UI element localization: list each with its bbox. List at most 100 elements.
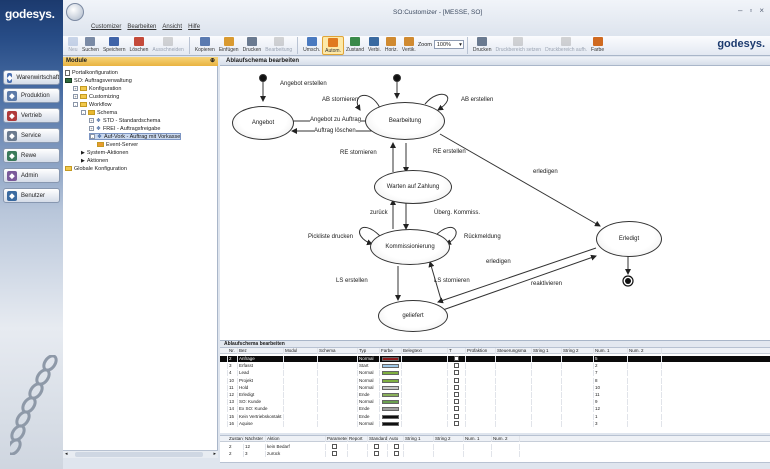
pin-icon[interactable]: ⊕ bbox=[210, 57, 215, 66]
color-swatch[interactable] bbox=[382, 421, 399, 426]
scroll-left-icon[interactable]: ◂ bbox=[65, 451, 68, 457]
node-kommissionierung[interactable]: Kommissionierung bbox=[370, 229, 450, 265]
color-swatch[interactable] bbox=[382, 400, 399, 405]
row-checkbox[interactable] bbox=[454, 406, 459, 412]
toolbar-button-druckbereich-aufh-[interactable]: Druckbereich aufh. bbox=[543, 36, 589, 55]
node-angebot[interactable]: Angebot bbox=[232, 106, 294, 140]
toolbar-button-ausschneiden[interactable]: Ausschneiden bbox=[150, 36, 185, 55]
column-header[interactable]: Prüfaktion bbox=[466, 348, 496, 354]
column-header[interactable]: Num. 2 bbox=[628, 348, 662, 354]
toolbar-button-kopieren[interactable]: Kopieren bbox=[193, 36, 217, 55]
toolbar-button-drucken[interactable]: Drucken bbox=[471, 36, 494, 55]
tree-item[interactable]: + Customizing bbox=[73, 93, 119, 100]
tree-expander-icon[interactable]: - bbox=[73, 102, 78, 107]
color-swatch[interactable] bbox=[382, 414, 399, 419]
column-header[interactable]: Standard bbox=[368, 436, 388, 442]
row-checkbox[interactable] bbox=[454, 356, 459, 361]
column-header[interactable]: Farbe bbox=[380, 348, 402, 354]
app-menu-orb[interactable] bbox=[66, 3, 84, 21]
toolbar-button-druckbereich-setzen[interactable]: Druckbereich setzen bbox=[494, 36, 544, 55]
tree-item[interactable]: Globale Konfiguration bbox=[65, 165, 127, 172]
nav-button-5[interactable]: ◆ Admin bbox=[3, 168, 60, 183]
column-header[interactable]: Nr. bbox=[228, 348, 238, 354]
tree-item[interactable]: - ❖ Auf-Vork - Auftrag mit Vorkasse bbox=[89, 133, 182, 140]
table-row[interactable]: 3 Erfasst Start 2 bbox=[220, 363, 770, 370]
minimize-icon[interactable]: – bbox=[738, 6, 742, 15]
column-header[interactable]: Parameter bbox=[326, 436, 348, 442]
toolbar-button-farbe[interactable]: Farbe bbox=[589, 36, 606, 55]
color-swatch[interactable] bbox=[382, 364, 399, 369]
toolbar-button-neu[interactable]: Neu bbox=[66, 36, 80, 55]
row-checkbox[interactable] bbox=[454, 392, 459, 397]
menu-item-0[interactable]: Customizer bbox=[91, 24, 121, 30]
tree-expander-icon[interactable]: + bbox=[89, 126, 94, 131]
edge-reaktivieren[interactable] bbox=[437, 247, 597, 304]
menu-item-3[interactable]: Hilfe bbox=[188, 24, 200, 30]
row-checkbox[interactable] bbox=[374, 444, 379, 449]
tree-expander-icon[interactable]: + bbox=[73, 94, 78, 99]
color-swatch[interactable] bbox=[382, 385, 399, 390]
toolbar-button-vertik-[interactable]: Vertik. bbox=[400, 36, 418, 55]
row-checkbox[interactable] bbox=[454, 413, 459, 419]
scroll-thumb[interactable] bbox=[75, 452, 203, 457]
table-row[interactable]: 16 Aquise Normal 3 bbox=[220, 420, 770, 427]
column-header[interactable]: Num. 1 bbox=[464, 436, 492, 442]
table-row[interactable]: 2 12 kein Bedarf bbox=[220, 444, 770, 450]
menu-item-1[interactable]: Bearbeiten bbox=[127, 24, 156, 30]
row-checkbox[interactable] bbox=[454, 399, 459, 405]
maximize-icon[interactable]: ▫ bbox=[749, 6, 752, 15]
column-header[interactable]: Aktion bbox=[266, 436, 326, 442]
tree-item[interactable]: + ❖ STD - Standardschema bbox=[89, 117, 160, 124]
tree-item[interactable]: Event-Server bbox=[97, 141, 138, 148]
tree-item[interactable]: ▶ Aktionen bbox=[81, 157, 108, 164]
node-erledigt[interactable]: Erledigt bbox=[596, 221, 662, 257]
toolbar-button-bearbeitung[interactable]: Bearbeitung bbox=[263, 36, 294, 55]
column-header[interactable]: Nächster bbox=[244, 436, 266, 442]
tree-item[interactable]: - Workflow bbox=[73, 101, 112, 108]
row-checkbox[interactable] bbox=[332, 451, 337, 456]
close-icon[interactable]: × bbox=[759, 6, 764, 15]
tree-expander-icon[interactable]: - bbox=[81, 110, 86, 115]
workflow-diagram[interactable]: Angebot Bearbeitung Warten auf Zahlung K… bbox=[220, 66, 770, 340]
color-swatch[interactable] bbox=[382, 407, 399, 412]
module-hscrollbar[interactable]: ◂ ▸ bbox=[63, 450, 218, 458]
column-header[interactable]: Schema bbox=[318, 348, 358, 354]
color-swatch[interactable] bbox=[382, 357, 399, 361]
nav-button-4[interactable]: ◆ Rewe bbox=[3, 148, 60, 163]
table-row[interactable]: 11 Hold Normal 10 bbox=[220, 384, 770, 391]
node-geliefert[interactable]: geliefert bbox=[378, 300, 448, 332]
scroll-right-icon[interactable]: ▸ bbox=[213, 451, 216, 457]
column-header[interactable]: Modul bbox=[284, 348, 318, 354]
menu-item-2[interactable]: Ansicht bbox=[162, 24, 182, 30]
row-checkbox[interactable] bbox=[332, 444, 337, 449]
table-row[interactable]: 4 Lead Normal 7 bbox=[220, 370, 770, 377]
toolbar-button-speichern[interactable]: Speichern bbox=[101, 36, 128, 55]
toolbar-button-einfügen[interactable]: Einfügen bbox=[217, 36, 241, 55]
toolbar-button-suchen[interactable]: Suchen bbox=[80, 36, 101, 55]
table-row[interactable]: 14 Ex SO: Kunde Ende 12 bbox=[220, 406, 770, 413]
toolbar-button-drucken[interactable]: Drucken bbox=[241, 36, 264, 55]
column-header[interactable]: Bez bbox=[238, 348, 284, 354]
tree-item[interactable]: Portalkonfiguration bbox=[65, 69, 118, 76]
nav-button-2[interactable]: ◆ Vertrieb bbox=[3, 108, 60, 123]
column-header[interactable]: T bbox=[448, 348, 466, 354]
tree-expander-icon[interactable]: + bbox=[89, 118, 94, 123]
tree-item[interactable]: SO: Auftragsverwaltung bbox=[65, 77, 132, 84]
toolbar-button-zustand[interactable]: Zustand bbox=[344, 36, 366, 55]
column-header[interactable]: Typ bbox=[358, 348, 380, 354]
tree-item[interactable]: + ❖ FREI - Auftragsfreigabe bbox=[89, 125, 160, 132]
row-checkbox[interactable] bbox=[454, 384, 459, 390]
nav-button-3[interactable]: ◆ Service bbox=[3, 128, 60, 143]
table-row[interactable]: 12 Erledigt Ende 11 bbox=[220, 392, 770, 398]
column-header[interactable]: String 2 bbox=[562, 348, 594, 354]
row-checkbox[interactable] bbox=[394, 444, 399, 449]
toolbar-button-autom-[interactable]: Autom. bbox=[322, 36, 344, 55]
tree-item[interactable]: + Konfiguration bbox=[73, 85, 121, 92]
toolbar-button-verbi-[interactable]: Verbi. bbox=[366, 36, 383, 55]
node-warten-auf-zahlung[interactable]: Warten auf Zahlung bbox=[374, 170, 452, 204]
row-checkbox[interactable] bbox=[374, 451, 379, 456]
node-bearbeitung[interactable]: Bearbeitung bbox=[365, 102, 445, 140]
nav-button-1[interactable]: ◆ Produktion bbox=[3, 88, 60, 103]
color-swatch[interactable] bbox=[382, 393, 399, 397]
column-header[interactable]: String 2 bbox=[434, 436, 464, 442]
